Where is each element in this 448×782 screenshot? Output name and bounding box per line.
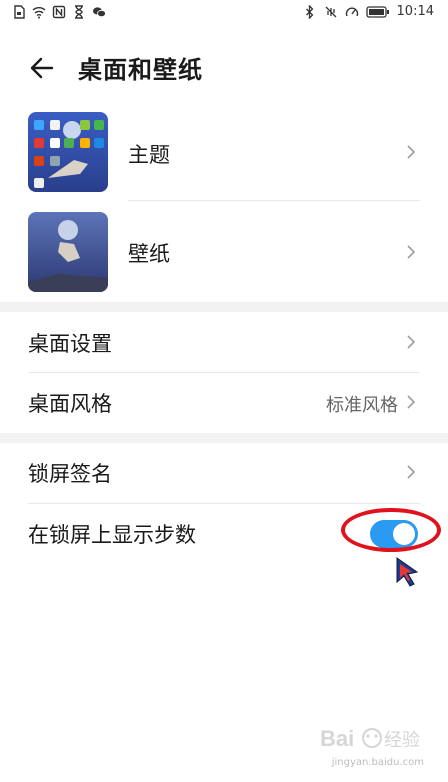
chevron-right-icon — [407, 465, 416, 479]
cursor-pointer-icon — [396, 557, 419, 587]
desktop-settings-label: 桌面设置 — [28, 332, 112, 356]
svg-text:经验: 经验 — [384, 730, 420, 750]
sim-icon — [14, 5, 25, 19]
battery-icon — [365, 5, 389, 18]
section-separator — [0, 433, 448, 443]
wallpaper-thumbnail — [28, 212, 108, 292]
chevron-right-icon — [407, 395, 416, 409]
status-time: 10:14 — [396, 4, 434, 19]
chevron-right-icon — [407, 335, 416, 349]
wallpaper-label: 壁纸 — [128, 242, 170, 266]
desktop-style-value: 标准风格 — [326, 395, 398, 416]
vibrate-icon — [325, 6, 336, 17]
lock-signature-label: 锁屏签名 — [28, 462, 112, 486]
speed-icon — [345, 7, 358, 16]
section-separator — [0, 302, 448, 312]
wifi-icon — [32, 7, 46, 19]
chevron-right-icon — [407, 245, 416, 259]
page-title: 桌面和壁纸 — [78, 56, 203, 84]
show-steps-label: 在锁屏上显示步数 — [28, 523, 196, 547]
svg-text:Bai: Bai — [320, 726, 354, 751]
header: 桌面和壁纸 — [0, 40, 448, 96]
theme-label: 主题 — [128, 143, 170, 167]
desktop-settings-row[interactable]: 桌面设置 — [0, 313, 448, 373]
desktop-style-row[interactable]: 桌面风格 标准风格 — [0, 373, 448, 433]
chevron-right-icon — [407, 145, 416, 159]
bluetooth-icon — [305, 4, 313, 19]
annotation-circle — [341, 508, 441, 552]
watermark-url: jingyan.baidu.com — [331, 757, 424, 768]
baidu-watermark: Bai 经验 jingyan.baidu.com — [314, 722, 434, 770]
hourglass-icon — [75, 5, 83, 19]
nfc-icon — [52, 5, 66, 19]
theme-thumbnail — [28, 112, 108, 192]
wallpaper-row[interactable]: 壁纸 — [0, 206, 448, 296]
wechat-icon — [93, 7, 106, 18]
desktop-style-label: 桌面风格 — [28, 392, 112, 416]
status-bar: 10:14 — [0, 0, 448, 26]
divider — [128, 200, 420, 201]
back-arrow-icon[interactable] — [26, 52, 58, 84]
theme-row[interactable]: 主题 — [0, 106, 448, 196]
lock-signature-row[interactable]: 锁屏签名 — [0, 443, 448, 503]
